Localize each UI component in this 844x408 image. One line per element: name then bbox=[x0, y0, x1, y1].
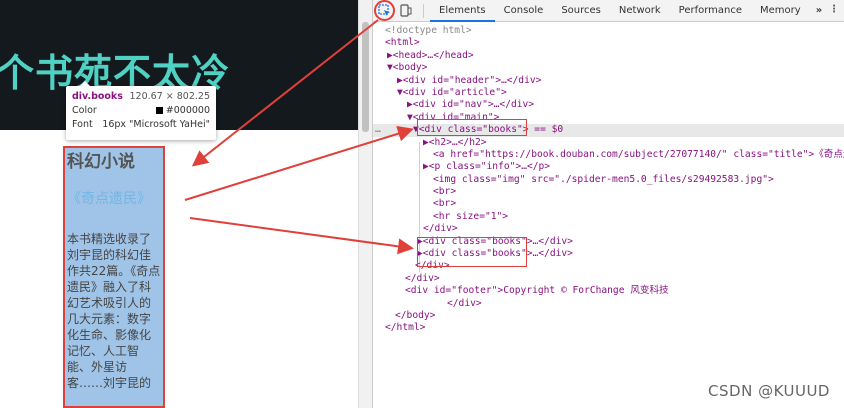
tree-line-br-2[interactable]: <br> bbox=[373, 198, 844, 210]
tooltip-color-value: #000000 bbox=[165, 105, 210, 116]
elements-tree: <!doctype html> <html> ▶<head>…</head> ▼… bbox=[373, 23, 844, 408]
h2-tag: ▶<h2>…</h2> bbox=[423, 136, 487, 148]
tree-line-br-1[interactable]: <br> bbox=[373, 186, 844, 198]
watermark: CSDN @KUUUD bbox=[708, 382, 830, 400]
tree-line-books-close[interactable]: </div> bbox=[373, 223, 844, 235]
body-close-tag: </body> bbox=[395, 309, 436, 321]
color-swatch-icon bbox=[155, 107, 163, 114]
page-scrollbar[interactable] bbox=[358, 0, 372, 408]
tree-line-nav-div[interactable]: ▶<div id="nav">…</div> bbox=[373, 99, 844, 111]
tooltip-color-label: Color bbox=[72, 105, 97, 116]
tab-console[interactable]: Console bbox=[495, 0, 553, 22]
br-tag-1: <br> bbox=[433, 186, 457, 198]
tooltip-font-row: Font 16px "Microsoft YaHei" bbox=[72, 118, 210, 132]
tree-line-a-title[interactable]: <a href="https://book.douban.com/subject… bbox=[373, 149, 844, 161]
html-close-tag: </html> bbox=[385, 322, 426, 334]
more-tabs-button[interactable]: » bbox=[810, 5, 828, 16]
tab-network[interactable]: Network bbox=[610, 0, 670, 22]
tree-line-doctype[interactable]: <!doctype html> bbox=[373, 25, 844, 37]
tree-line-hr[interactable]: <hr size="1"> bbox=[373, 211, 844, 223]
devtools-toolbar: Elements Console Sources Network Perform… bbox=[373, 0, 844, 22]
tooltip-color-value-wrap: #000000 bbox=[155, 104, 210, 118]
tab-performance[interactable]: Performance bbox=[670, 0, 751, 22]
highlighted-books-div[interactable]: 科幻小说 《奇点遗民》 本书精选收录了刘宇昆的科幻佳作共22篇。《奇点遗民》融入… bbox=[63, 146, 165, 408]
br-tag-2: <br> bbox=[433, 198, 457, 210]
devtools-menu-icon[interactable]: ⋮ bbox=[829, 4, 839, 15]
book-title-link[interactable]: 《奇点遗民》 bbox=[67, 189, 161, 209]
tree-line-img[interactable]: <img class="img" src="./spider-men5.0_fi… bbox=[373, 174, 844, 186]
doctype-text: <!doctype html> bbox=[385, 25, 472, 36]
tree-line-footer[interactable]: <div id="footer">Copyright © ForChange 风… bbox=[373, 285, 844, 297]
article-close-tag: </div> bbox=[405, 272, 440, 284]
inspect-tooltip: div.books 120.67 × 802.25 Color #000000 … bbox=[66, 81, 216, 140]
p-info-tag: ▶<p class="info">…</p> bbox=[423, 161, 551, 173]
tab-memory[interactable]: Memory bbox=[751, 0, 810, 22]
a-title-tag: <a href="https://book.douban.com/subject… bbox=[433, 148, 844, 160]
tooltip-font-label: Font bbox=[72, 119, 93, 130]
tree-line-article-close[interactable]: </div> bbox=[373, 273, 844, 285]
tooltip-arrow bbox=[80, 81, 90, 86]
tooltip-font-value: 16px "Microsoft YaHei" bbox=[102, 119, 210, 130]
header-div-tag: ▶<div id="header">…</div> bbox=[397, 74, 542, 86]
tree-line-h2[interactable]: ▶<h2>…</h2> bbox=[373, 137, 844, 149]
tree-line-header-div[interactable]: ▶<div id="header">…</div> bbox=[373, 75, 844, 87]
tree-line-body-close[interactable]: </body> bbox=[373, 310, 844, 322]
head-tag: ▶<head>…</head> bbox=[387, 49, 474, 61]
tree-line-p-info[interactable]: ▶<p class="info">…</p> bbox=[373, 161, 844, 173]
tab-sources[interactable]: Sources bbox=[552, 0, 610, 22]
tooltip-size: 120.67 × 802.25 bbox=[129, 91, 210, 102]
body-open-tag: ▼<body> bbox=[387, 62, 428, 74]
device-toolbar-button[interactable] bbox=[395, 0, 417, 22]
rendered-page: 个书苑不太冷 div.books 120.67 × 802.25 Color #… bbox=[0, 0, 358, 408]
books-close-tag: </div> bbox=[423, 223, 458, 235]
tree-line-html-close[interactable]: </html> bbox=[373, 322, 844, 334]
hr-tag: <hr size="1"> bbox=[433, 210, 509, 222]
tooltip-color-row: Color #000000 bbox=[72, 104, 210, 118]
tree-line-body[interactable]: ▼<body> bbox=[373, 62, 844, 74]
tooltip-selector: div.books bbox=[72, 91, 123, 102]
article-div-tag: ▼<div id="article"> bbox=[397, 86, 507, 98]
tree-line-head[interactable]: ▶<head>…</head> bbox=[373, 50, 844, 62]
footer-div-tag: <div id="footer">Copyright © ForChange 风… bbox=[405, 285, 669, 297]
book-category-heading: 科幻小说 bbox=[67, 152, 135, 172]
html-open-tag: <html> bbox=[385, 37, 420, 49]
devtools-panel: Elements Console Sources Network Perform… bbox=[372, 0, 844, 408]
annotation-box-selected bbox=[417, 119, 527, 136]
screenshot-root: 个书苑不太冷 div.books 120.67 × 802.25 Color #… bbox=[0, 0, 844, 408]
toolbar-separator bbox=[423, 3, 424, 18]
tree-line-html[interactable]: <html> bbox=[373, 37, 844, 49]
tree-line-article-div[interactable]: ▼<div id="article"> bbox=[373, 87, 844, 99]
annotation-box-siblings bbox=[417, 237, 527, 267]
tooltip-header-row: div.books 120.67 × 802.25 bbox=[72, 90, 210, 104]
inspect-annotation-circle bbox=[374, 0, 395, 21]
book-info-text: 本书精选收录了刘宇昆的科幻佳作共22篇。《奇点遗民》融入了科幻艺术吸引人的几大元… bbox=[67, 232, 161, 390]
footer-close-tag: </div> bbox=[447, 297, 482, 309]
page-scrollbar-thumb[interactable] bbox=[362, 22, 369, 132]
img-tag: <img class="img" src="./spider-men5.0_fi… bbox=[433, 173, 774, 185]
selected-row-dots[interactable]: … bbox=[375, 124, 381, 136]
nav-div-tag: ▶<div id="nav">…</div> bbox=[407, 99, 535, 111]
tab-elements[interactable]: Elements bbox=[430, 0, 495, 22]
inspect-element-button[interactable] bbox=[373, 0, 395, 22]
device-toolbar-icon bbox=[400, 4, 412, 17]
tree-line-footer-close[interactable]: </div> bbox=[373, 298, 844, 310]
